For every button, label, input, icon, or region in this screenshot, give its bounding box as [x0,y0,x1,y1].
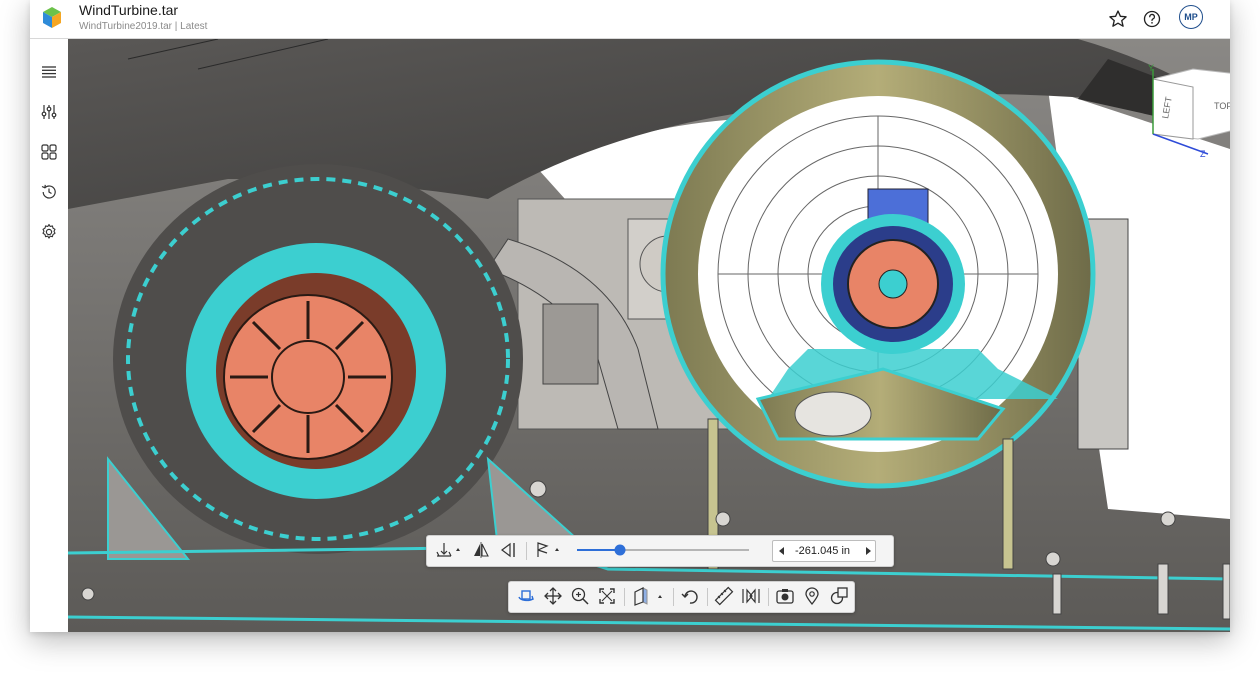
main-toolbar [508,581,855,613]
star-outline-icon [1109,10,1127,27]
3d-viewport[interactable]: Z Y LEFT TOP -261.045 in [68,39,1230,632]
align-plane-icon [501,542,515,558]
grid-icon [41,144,57,160]
sidebar [30,39,68,632]
rotate-button[interactable] [513,582,539,610]
screenshot-button[interactable] [772,582,798,610]
increment-arrow-icon[interactable] [863,546,873,556]
section-offset-field[interactable]: -261.045 in [772,540,876,562]
toolbar-separator [624,588,625,606]
zoom-icon [571,587,589,605]
document-title: WindTurbine.tar [79,2,179,18]
view-cube-axis-y: Y [1148,63,1154,73]
ruler-icon [714,586,734,606]
camera-icon [776,589,794,604]
app-window: WindTurbine.tar WindTurbine2019.tar | La… [30,0,1230,632]
shape-button[interactable] [826,582,852,610]
undo-icon [681,590,698,604]
section-offset-value[interactable]: -261.045 in [795,545,850,557]
measure-button[interactable] [711,582,737,610]
decrement-arrow-icon[interactable] [777,546,787,556]
help-circle-icon [1143,10,1161,28]
plane-orientation-button[interactable] [533,536,565,564]
gear-icon [42,223,56,239]
zoom-button[interactable] [567,582,593,610]
toolbar-separator [768,588,769,606]
mirror-icon [474,542,489,558]
section-view-button[interactable] [629,582,669,610]
location-pin-icon [805,587,819,606]
slider-track [577,544,749,556]
document-subtitle: WindTurbine2019.tar | Latest [79,21,208,32]
sidebar-item-settings[interactable] [37,220,61,244]
sidebar-item-history[interactable] [37,180,61,204]
flag-plane-icon [537,542,559,557]
section-toolbar: -261.045 in [426,535,894,567]
slider-thumb[interactable] [614,544,626,556]
fit-all-button[interactable] [594,582,620,610]
undo-button[interactable] [677,582,703,610]
rotate-3d-icon [518,590,534,602]
toolbar-separator [526,542,527,560]
section-offset-slider[interactable] [573,536,753,564]
section-plane-button[interactable] [433,536,465,564]
pan-arrows-icon [544,587,562,605]
list-icon [42,66,56,78]
sidebar-item-views[interactable] [37,140,61,164]
sidebar-item-display-settings[interactable] [37,100,61,124]
pan-button[interactable] [540,582,566,610]
flip-section-button[interactable] [469,536,493,564]
header-bar: WindTurbine.tar WindTurbine2019.tar | La… [30,0,1230,39]
toolbar-separator [707,588,708,606]
shapes-icon [830,587,848,605]
help-button[interactable] [1140,7,1164,31]
sidebar-item-model-tree[interactable] [37,60,61,84]
explode-icon [742,588,760,604]
view-cube-face-top: TOP [1214,101,1230,111]
history-icon [41,184,56,199]
user-avatar[interactable]: MP [1179,5,1203,29]
explode-button[interactable] [738,582,764,610]
fit-to-screen-icon [599,588,615,604]
view-cube-axis-z: Z [1200,149,1206,159]
pin-button[interactable] [799,582,825,610]
cap-section-button[interactable] [497,536,521,564]
section-plane-icon [436,543,460,557]
favorite-button[interactable] [1106,7,1130,31]
app-logo-icon [43,7,61,28]
sliders-icon [41,105,57,119]
toolbar-separator [673,588,674,606]
section-cube-icon [634,587,662,606]
